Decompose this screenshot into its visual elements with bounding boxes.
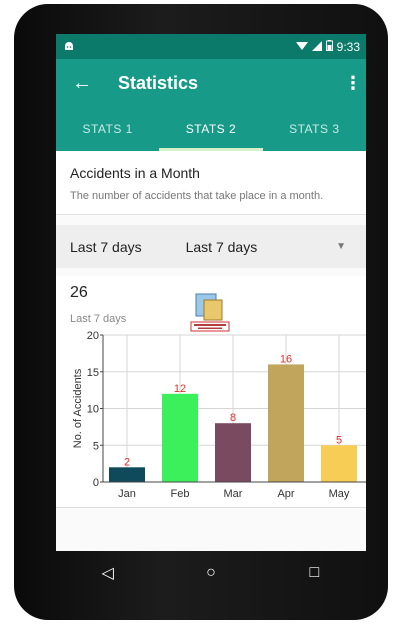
battery-icon [325,39,333,54]
back-arrow-icon[interactable]: ← [72,72,102,95]
screen: 9:33 ← Statistics ⋮ STATS 1 STATS 2 STAT… [56,34,366,551]
y-tick-label: 15 [87,367,99,379]
wifi-icon [295,40,308,54]
x-tick-label: Mar [224,488,243,500]
y-tick-label: 0 [93,477,99,489]
tab-stats-3[interactable]: STATS 3 [263,107,366,151]
info-card-title: Accidents in a Month [70,165,200,181]
android-nav-bar: ◁ ○ □ [56,551,366,595]
x-tick-label: May [329,488,350,500]
period-select[interactable]: Last 7 days [186,239,336,255]
bar-value-label: 16 [280,353,292,365]
bar-value-label: 12 [174,383,186,395]
y-tick-label: 20 [87,330,99,342]
dropdown-caret-icon[interactable]: ▼ [336,241,346,252]
bar-mar [215,423,251,482]
tab-stats-2[interactable]: STATS 2 [159,107,264,151]
info-card-description: The number of accidents that take place … [70,190,324,202]
total-count: 26 [70,284,88,301]
app-bar: ← Statistics ⋮ [56,59,366,107]
y-tick-label: 10 [87,404,99,416]
bar-value-label: 8 [230,412,236,424]
tab-stats-1[interactable]: STATS 1 [56,107,159,151]
bar-value-label: 5 [336,434,342,446]
filter-label: Last 7 days [70,238,142,255]
bar-feb [162,393,198,482]
info-card: Accidents in a Month The number of accid… [56,151,366,215]
bar-value-label: 2 [124,456,130,468]
signal-icon [311,40,322,54]
accidents-bar-chart: 2 12 8 16 5 0 5 10 15 20 Jan Feb Mar Apr May No. of Acc… [72,330,366,500]
nav-back-icon[interactable]: ◁ [88,563,128,583]
page-title: Statistics [118,72,199,93]
bar-apr [268,364,304,482]
bar-jan [109,467,145,482]
x-tick-label: Feb [171,488,190,500]
nav-recents-icon[interactable]: □ [294,564,334,582]
status-bar: 9:33 [56,34,366,59]
y-tick-label: 5 [93,440,99,452]
period-filter: Last 7 days Last 7 days ▼ [56,225,366,268]
tab-bar: STATS 1 STATS 2 STATS 3 [56,107,366,151]
x-tick-label: Jan [118,488,136,500]
status-time: 9:33 [336,39,360,54]
overflow-menu-icon[interactable]: ⋮ [344,73,362,94]
nav-home-icon[interactable]: ○ [191,564,231,582]
bar-may [321,445,357,482]
android-icon [64,40,74,54]
x-tick-label: Apr [277,488,294,500]
chart-card: 26 Last 7 days 2 12 8 16 5 0 5 10 15 20 Jan Feb Mar A… [56,276,366,508]
y-axis-label: No. of Accidents [72,368,84,448]
